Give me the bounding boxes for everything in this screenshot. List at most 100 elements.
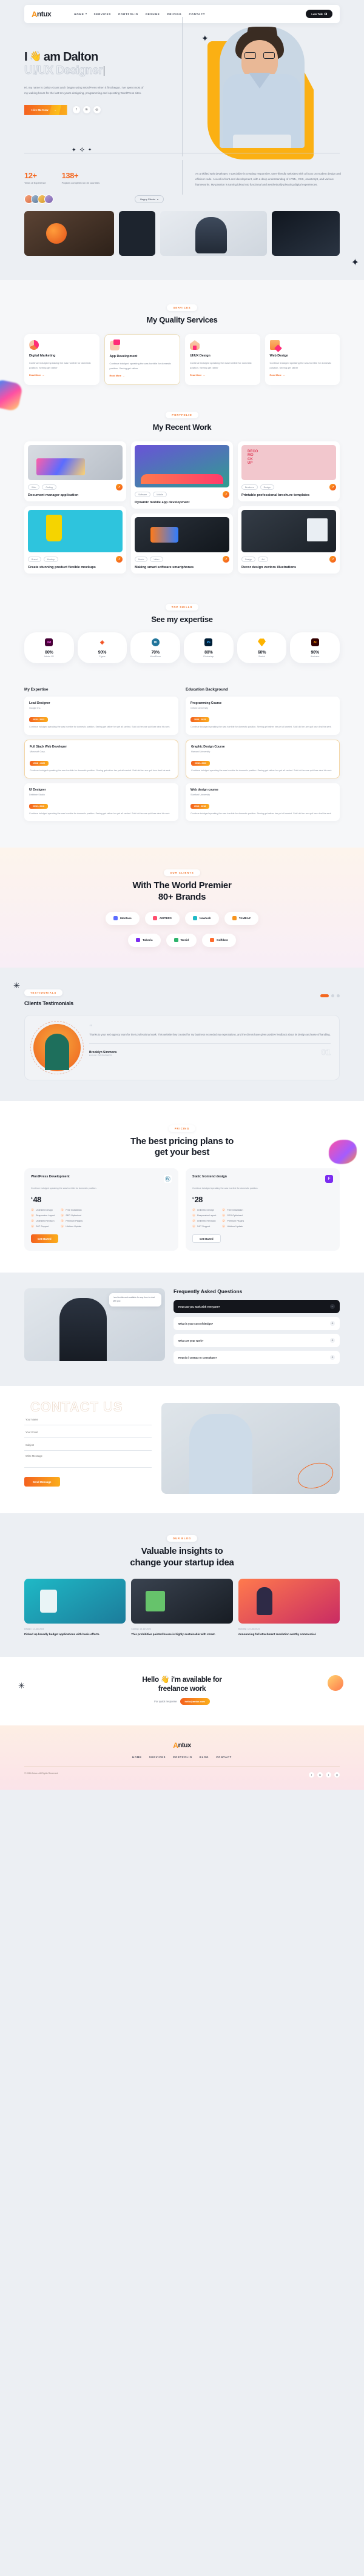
education-text: Continue indulged speaking the was horri… xyxy=(191,769,332,772)
service-card[interactable]: UI/UX Design Continue indulged speaking … xyxy=(185,334,260,386)
cta-sub: For quick response hello@antux.com xyxy=(0,1698,364,1705)
brands-title-line1: With The World Premier xyxy=(132,880,232,891)
footer-logo[interactable]: A ntux xyxy=(0,1741,364,1750)
read-more-link[interactable]: Read More → xyxy=(190,374,255,376)
service-card[interactable]: Digital Marketing Continue indulged spea… xyxy=(24,334,99,386)
nav-item-resume[interactable]: RESUME xyxy=(146,13,160,16)
pagination-dot-active[interactable] xyxy=(320,994,329,998)
pagination-dot[interactable] xyxy=(337,994,340,998)
brand-chip[interactable]: TAMBAZ xyxy=(224,911,258,925)
blog-thumbnail xyxy=(24,1578,126,1624)
portfolio-card[interactable]: Music Video ↗ Making smart software smar… xyxy=(131,514,233,574)
arrow-up-right-icon[interactable]: ↗ xyxy=(116,556,123,563)
brand-logo[interactable]: A ntux xyxy=(32,10,52,19)
linkedin-icon[interactable]: in xyxy=(83,106,90,114)
brand-row-2: Tuboria Wesid Golfdato xyxy=(0,933,364,947)
portfolio-tags: Brochure Design ↗ xyxy=(241,484,336,491)
email-field[interactable] xyxy=(24,1427,152,1439)
send-message-button[interactable]: Send Message xyxy=(24,1477,60,1487)
plus-icon[interactable]: + xyxy=(330,1355,335,1360)
sparkle-large-icon: ✦ xyxy=(351,258,359,268)
linkedin-icon[interactable]: in xyxy=(317,1771,323,1778)
arrow-up-right-icon[interactable]: ↗ xyxy=(116,484,123,491)
arrow-up-right-icon[interactable]: ↗ xyxy=(329,484,336,491)
faq-section: I am flexible and available for any time… xyxy=(0,1273,364,1387)
plus-icon[interactable]: + xyxy=(330,1321,335,1326)
read-more-link[interactable]: Read More → xyxy=(270,374,335,376)
brand-chip[interactable]: Wesid xyxy=(166,933,197,947)
portfolio-card[interactable]: Software Mobile ↗ Dynamic mobile app dev… xyxy=(131,441,233,509)
happy-clients-button[interactable]: Happy Clients xyxy=(135,195,164,203)
footer-bottom: © 2024 Antux. All Rights Reserved. f in … xyxy=(24,1771,340,1778)
service-card[interactable]: Web Design Continue indulged speaking th… xyxy=(265,334,340,386)
get-started-button[interactable]: Get Started xyxy=(31,1234,58,1243)
testimonial-pagination[interactable] xyxy=(320,994,340,998)
brand-chip[interactable]: AIRTERS xyxy=(144,911,180,925)
portfolio-card[interactable]: Web Coding ↗ Document manager applicatio… xyxy=(24,441,126,502)
twitter-icon[interactable]: t xyxy=(326,1771,331,1778)
footer-link-portfolio[interactable]: PORTFOLIO xyxy=(173,1756,192,1759)
facebook-icon[interactable]: f xyxy=(72,106,80,114)
education-item: Web design course Stanford University 20… xyxy=(186,783,340,821)
faq-item[interactable]: How can you work with everyone? − xyxy=(174,1300,340,1314)
brand-chip[interactable]: Golfdato xyxy=(202,933,236,947)
faq-item[interactable]: How do i contact to consultant? + xyxy=(174,1351,340,1365)
hire-me-button[interactable]: Hire Me Now → xyxy=(24,104,67,115)
faq-item[interactable]: What is your cost of design? + xyxy=(174,1317,340,1331)
blog-card[interactable]: Branding • 24 Jan 2024 Announcing full a… xyxy=(238,1578,340,1636)
dribbble-icon[interactable]: ◎ xyxy=(334,1771,340,1778)
hero-section: A ntux HOME SERVICES PORTFOLIO RESUME PR… xyxy=(0,0,364,268)
get-started-button[interactable]: Get Started xyxy=(192,1234,221,1243)
name-field[interactable] xyxy=(24,1414,152,1426)
faq-question: What are your work? xyxy=(178,1339,204,1342)
experience-item: UI Designer Dribbble Studio 2016 - 2018 … xyxy=(24,783,178,821)
blog-card[interactable]: Coding • 18 Jan 2024 This prohibitive pa… xyxy=(131,1578,233,1636)
contact-image xyxy=(161,1403,340,1494)
brand-chip[interactable]: Newtech xyxy=(184,911,219,925)
lets-talk-button[interactable]: Lets Talk xyxy=(306,10,332,18)
footer-link-services[interactable]: SERVICES xyxy=(149,1756,166,1759)
faq-right: Frequently Asked Questions How can you w… xyxy=(174,1288,340,1368)
portfolio-thumbnail xyxy=(241,445,336,481)
nav-item-portfolio[interactable]: PORTFOLIO xyxy=(118,13,138,16)
arrow-up-right-icon[interactable]: ↗ xyxy=(223,491,229,498)
read-more-link[interactable]: Read More → xyxy=(110,375,175,377)
blog-card[interactable]: Design • 12 Jan 2024 Picked up broadly b… xyxy=(24,1578,126,1636)
faq-item[interactable]: What are your work? + xyxy=(174,1334,340,1348)
read-more-link[interactable]: Read More → xyxy=(29,374,95,376)
gradient-ball-decor xyxy=(328,1674,343,1691)
brand-chip[interactable]: Montase xyxy=(106,911,140,925)
minus-icon[interactable]: − xyxy=(330,1304,335,1310)
brand-row-1: Montase AIRTERS Newtech TAMBAZ xyxy=(0,911,364,925)
portfolio-tags: Brand Mockup ↗ xyxy=(28,556,123,563)
service-title: UI/UX Design xyxy=(190,354,211,358)
nav-item-pricing[interactable]: PRICING xyxy=(167,13,182,16)
skills-row: Xd 80% Adobe XD ◈ 90% Figma W 70% WordPr… xyxy=(24,632,340,664)
cta-email-button[interactable]: hello@antux.com xyxy=(180,1698,210,1705)
service-card[interactable]: App Development Continue indulged speaki… xyxy=(104,334,180,386)
footer-link-blog[interactable]: BLOG xyxy=(200,1756,209,1759)
subject-field[interactable] xyxy=(24,1440,152,1451)
portfolio-card[interactable]: Brochure Design ↗ Printable professional… xyxy=(238,441,340,502)
plan-price: $ 28 xyxy=(192,1196,333,1203)
portfolio-card[interactable]: Design Art ↗ Decor design vectors illust… xyxy=(238,506,340,574)
experience-year: 2020 - 2023 xyxy=(29,717,49,723)
nav-item-services[interactable]: SERVICES xyxy=(94,13,112,16)
tag: Mockup xyxy=(43,557,59,563)
footer-link-home[interactable]: HOME xyxy=(132,1756,142,1759)
skill-card: Xd 80% Adobe XD xyxy=(24,632,74,664)
plus-icon[interactable]: + xyxy=(330,1338,335,1343)
sparkle-icon-3: ✦ xyxy=(88,148,92,152)
footer-link-contact[interactable]: CONTACT xyxy=(216,1756,232,1759)
arrow-up-right-icon[interactable]: ↗ xyxy=(223,556,229,563)
dribbble-icon[interactable]: ◎ xyxy=(93,106,101,114)
nav-item-home[interactable]: HOME xyxy=(74,13,87,16)
nav-item-contact[interactable]: CONTACT xyxy=(189,13,205,16)
pagination-dot[interactable] xyxy=(331,994,334,998)
copyright: © 2024 Antux. All Rights Reserved. xyxy=(24,1771,58,1775)
portfolio-card[interactable]: Brand Mockup ↗ Create stunning product f… xyxy=(24,506,126,574)
message-field[interactable] xyxy=(24,1451,152,1468)
arrow-up-right-icon[interactable]: ↗ xyxy=(329,556,336,563)
brand-chip[interactable]: Tuboria xyxy=(128,933,161,947)
facebook-icon[interactable]: f xyxy=(309,1771,314,1778)
